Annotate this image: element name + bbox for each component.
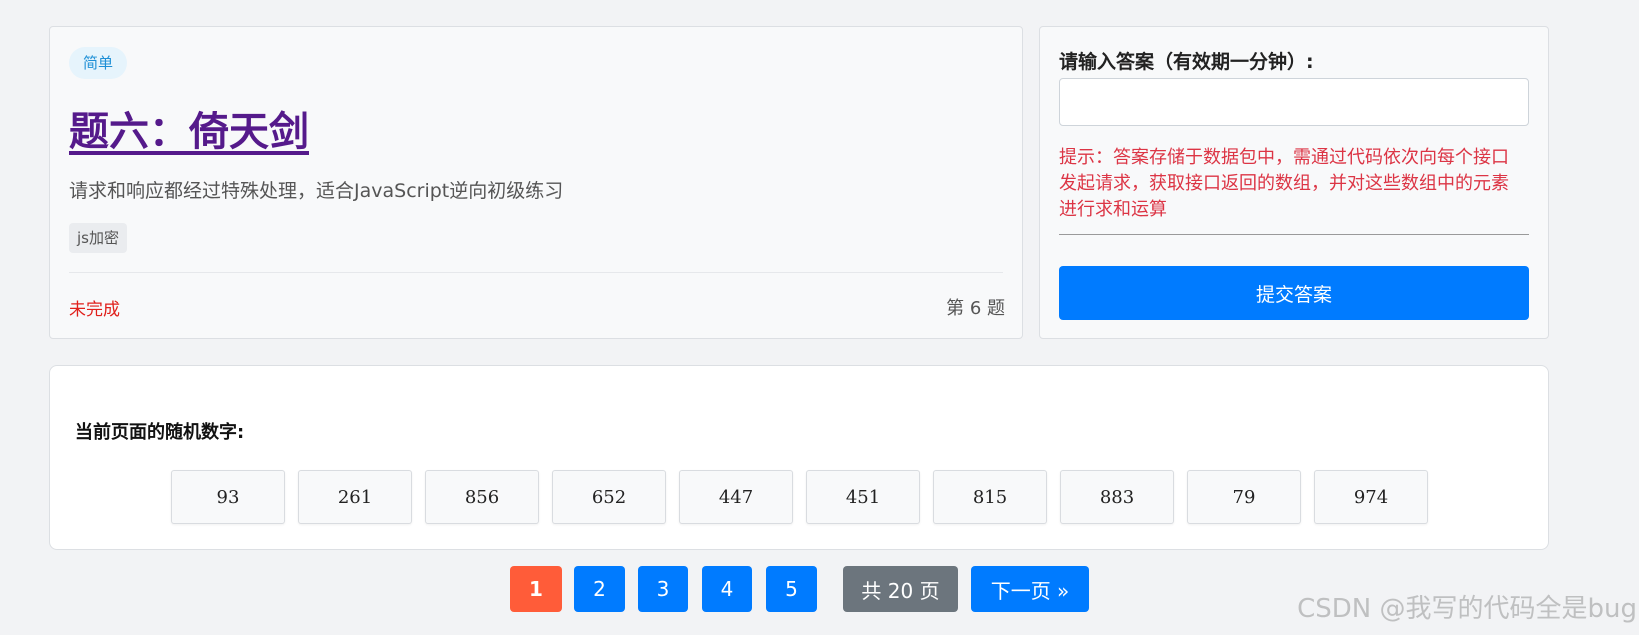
page-button-1[interactable]: 1 bbox=[510, 566, 562, 612]
question-number: 第 6 题 bbox=[946, 298, 1005, 319]
page-button-3[interactable]: 3 bbox=[638, 566, 688, 612]
random-number: 93 bbox=[171, 470, 285, 524]
answer-input[interactable] bbox=[1059, 78, 1529, 126]
completion-status: 未完成 bbox=[69, 300, 120, 320]
random-number: 451 bbox=[806, 470, 920, 524]
difficulty-badge: 简单 bbox=[69, 47, 128, 79]
page-button-2[interactable]: 2 bbox=[574, 566, 625, 612]
problem-tag: js加密 bbox=[69, 223, 127, 253]
random-number: 856 bbox=[425, 470, 539, 524]
random-number: 815 bbox=[933, 470, 1047, 524]
answer-card: 请输入答案（有效期一分钟）: 提示：答案存储于数据包中，需通过代码依次向每个接口… bbox=[1039, 26, 1549, 339]
random-number: 447 bbox=[679, 470, 793, 524]
answer-hint: 提示：答案存储于数据包中，需通过代码依次向每个接口发起请求，获取接口返回的数组，… bbox=[1059, 147, 1509, 220]
random-number: 652 bbox=[552, 470, 666, 524]
problem-title-link[interactable]: 题六：倚天剑 bbox=[69, 99, 309, 157]
random-number: 974 bbox=[1314, 470, 1428, 524]
random-number: 883 bbox=[1060, 470, 1174, 524]
page-button-5[interactable]: 5 bbox=[766, 566, 817, 612]
total-pages-badge: 共 20 页 bbox=[843, 566, 958, 612]
next-page-button[interactable]: 下一页 » bbox=[971, 566, 1089, 612]
random-numbers-card: 当前页面的随机数字: 93 261 856 652 447 451 815 88… bbox=[49, 365, 1549, 550]
submit-answer-button[interactable]: 提交答案 bbox=[1059, 266, 1529, 320]
watermark: CSDN @我写的代码全是bug bbox=[1297, 594, 1637, 624]
card-divider bbox=[69, 272, 1003, 273]
random-number: 261 bbox=[298, 470, 412, 524]
problem-description: 请求和响应都经过特殊处理，适合JavaScript逆向初级练习 bbox=[69, 180, 564, 202]
problem-card: 简单 题六：倚天剑 请求和响应都经过特殊处理，适合JavaScript逆向初级练… bbox=[49, 26, 1023, 339]
random-numbers-label: 当前页面的随机数字: bbox=[75, 422, 245, 443]
answer-divider bbox=[1059, 234, 1529, 235]
page-button-4[interactable]: 4 bbox=[702, 566, 752, 612]
answer-label: 请输入答案（有效期一分钟）: bbox=[1059, 51, 1314, 73]
random-numbers-list: 93 261 856 652 447 451 815 883 79 974 bbox=[171, 470, 1428, 524]
random-number: 79 bbox=[1187, 470, 1301, 524]
